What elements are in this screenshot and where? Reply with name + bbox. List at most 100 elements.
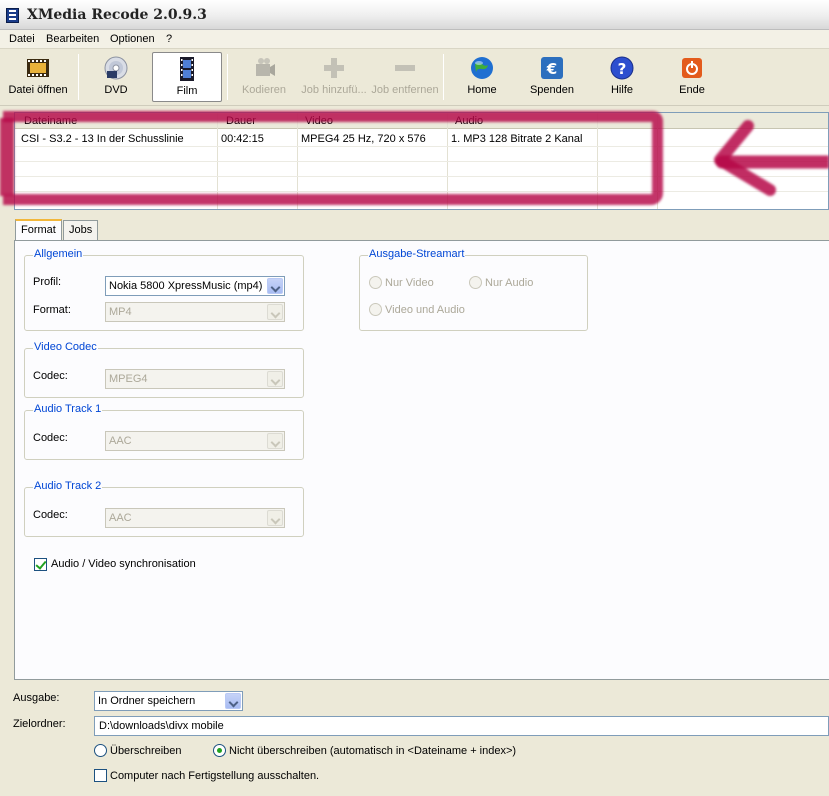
chevron-down-icon <box>267 371 283 387</box>
toolbar: Datei öffnen DVD Film Kodieren Job hinzu… <box>0 49 829 106</box>
format-value: MP4 <box>109 306 132 318</box>
home-button[interactable]: Home <box>447 52 517 102</box>
group-audio-track-2-title: Audio Track 2 <box>33 480 103 492</box>
no-overwrite-label[interactable]: Nicht überschreiben (automatisch in <Dat… <box>229 745 516 757</box>
group-audio-track-1-title: Audio Track 1 <box>33 403 103 415</box>
encode-button[interactable]: Kodieren <box>229 52 299 102</box>
toolbar-separator <box>78 54 79 100</box>
radio-video-audio[interactable] <box>369 303 382 316</box>
svg-text:?: ? <box>618 60 627 78</box>
audio1-codec-label: Codec: <box>33 432 68 444</box>
output-select[interactable]: In Ordner speichern <box>94 691 243 711</box>
profile-label: Profil: <box>33 276 62 288</box>
chevron-down-icon <box>267 433 283 449</box>
encode-icon <box>252 56 276 80</box>
help-icon: ? <box>610 56 634 80</box>
remove-job-button[interactable]: Job entfernen <box>370 52 440 102</box>
output-label: Ausgabe: <box>13 692 60 704</box>
remove-job-label: Job entfernen <box>371 84 439 96</box>
help-button[interactable]: ? Hilfe <box>587 52 657 102</box>
dvd-button[interactable]: DVD <box>81 52 151 102</box>
plus-icon <box>322 56 346 80</box>
format-tab-panel: Allgemein Profil: Nokia 5800 XpressMusic… <box>14 240 829 680</box>
tab-format[interactable]: Format <box>15 219 62 241</box>
tab-jobs[interactable]: Jobs <box>63 220 99 241</box>
dvd-disc-icon <box>104 56 128 80</box>
film-button[interactable]: Film <box>152 52 222 102</box>
menu-optionen[interactable]: Optionen <box>110 33 155 45</box>
donate-button[interactable]: € Spenden <box>517 52 587 102</box>
chevron-down-icon <box>267 510 283 526</box>
audio1-codec-value: AAC <box>109 435 132 447</box>
film-reel-icon <box>175 57 199 81</box>
menu-help[interactable]: ? <box>166 33 172 45</box>
menu-datei[interactable]: Datei <box>9 33 35 45</box>
add-job-label: Job hinzufü... <box>301 84 367 96</box>
svg-text:€: € <box>546 60 557 78</box>
audio2-codec-select[interactable]: AAC <box>105 508 285 528</box>
audio2-codec-label: Codec: <box>33 509 68 521</box>
target-folder-value: D:\downloads\divx mobile <box>99 720 224 732</box>
radio-overwrite[interactable] <box>94 744 107 757</box>
film-strip-icon <box>26 56 50 80</box>
video-only-label: Nur Video <box>385 277 434 289</box>
chevron-down-icon[interactable] <box>267 278 283 294</box>
group-audio-track-1: Audio Track 1 Codec: AAC <box>24 403 304 460</box>
open-file-label: Datei öffnen <box>8 84 68 96</box>
minus-icon <box>393 56 417 80</box>
toolbar-separator <box>443 54 444 100</box>
film-label: Film <box>176 85 198 97</box>
euro-icon: € <box>540 56 564 80</box>
group-video-codec: Video Codec Codec: MPEG4 <box>24 341 304 398</box>
encode-label: Kodieren <box>241 84 287 96</box>
profile-value: Nokia 5800 XpressMusic (mp4) <box>109 280 263 292</box>
radio-no-overwrite[interactable] <box>213 744 226 757</box>
app-film-icon <box>6 8 19 23</box>
exit-label: Ende <box>679 84 705 96</box>
format-select[interactable]: MP4 <box>105 302 285 322</box>
shutdown-label[interactable]: Computer nach Fertigstellung ausschalten… <box>110 770 319 782</box>
profile-select[interactable]: Nokia 5800 XpressMusic (mp4) <box>105 276 285 296</box>
radio-video-only[interactable] <box>369 276 382 289</box>
video-audio-label: Video und Audio <box>385 304 465 316</box>
chevron-down-icon <box>267 304 283 320</box>
format-label: Format: <box>33 304 71 316</box>
shutdown-checkbox[interactable] <box>94 769 107 782</box>
av-sync-checkbox[interactable] <box>34 558 47 571</box>
group-general-title: Allgemein <box>33 248 84 260</box>
menu-bar: Datei Bearbeiten Optionen ? <box>0 30 829 49</box>
donate-label: Spenden <box>529 84 575 96</box>
power-icon <box>680 56 704 80</box>
chevron-down-icon[interactable] <box>225 693 241 709</box>
audio2-codec-value: AAC <box>109 512 132 524</box>
video-codec-value: MPEG4 <box>109 373 148 385</box>
radio-audio-only[interactable] <box>469 276 482 289</box>
av-sync-label[interactable]: Audio / Video synchronisation <box>51 558 196 570</box>
audio1-codec-select[interactable]: AAC <box>105 431 285 451</box>
exit-button[interactable]: Ende <box>657 52 727 102</box>
globe-icon <box>470 56 494 80</box>
add-job-button[interactable]: Job hinzufü... <box>299 52 369 102</box>
group-stream-type-title: Ausgabe-Streamart <box>368 248 466 260</box>
group-audio-track-2: Audio Track 2 Codec: AAC <box>24 480 304 537</box>
annotation-highlight-box <box>3 111 663 205</box>
window-title: XMedia Recode 2.0.9.3 <box>27 7 207 23</box>
group-video-codec-title: Video Codec <box>33 341 98 353</box>
group-stream-type: Ausgabe-Streamart Nur Video Nur Audio Vi… <box>359 248 588 331</box>
help-label: Hilfe <box>610 84 633 96</box>
menu-bearbeiten[interactable]: Bearbeiten <box>46 33 99 45</box>
video-codec-label: Codec: <box>33 370 68 382</box>
dvd-label: DVD <box>104 84 128 96</box>
open-file-button[interactable]: Datei öffnen <box>3 52 73 102</box>
group-general: Allgemein Profil: Nokia 5800 XpressMusic… <box>24 248 304 331</box>
home-label: Home <box>467 84 497 96</box>
toolbar-separator <box>227 54 228 100</box>
annotation-arrow-icon <box>714 120 829 196</box>
video-codec-select[interactable]: MPEG4 <box>105 369 285 389</box>
output-value: In Ordner speichern <box>98 695 196 707</box>
title-bar: XMedia Recode 2.0.9.3 <box>0 0 829 30</box>
overwrite-label[interactable]: Überschreiben <box>110 745 182 757</box>
target-folder-input[interactable]: D:\downloads\divx mobile <box>94 716 829 736</box>
audio-only-label: Nur Audio <box>485 277 534 289</box>
target-folder-label: Zielordner: <box>13 718 66 730</box>
